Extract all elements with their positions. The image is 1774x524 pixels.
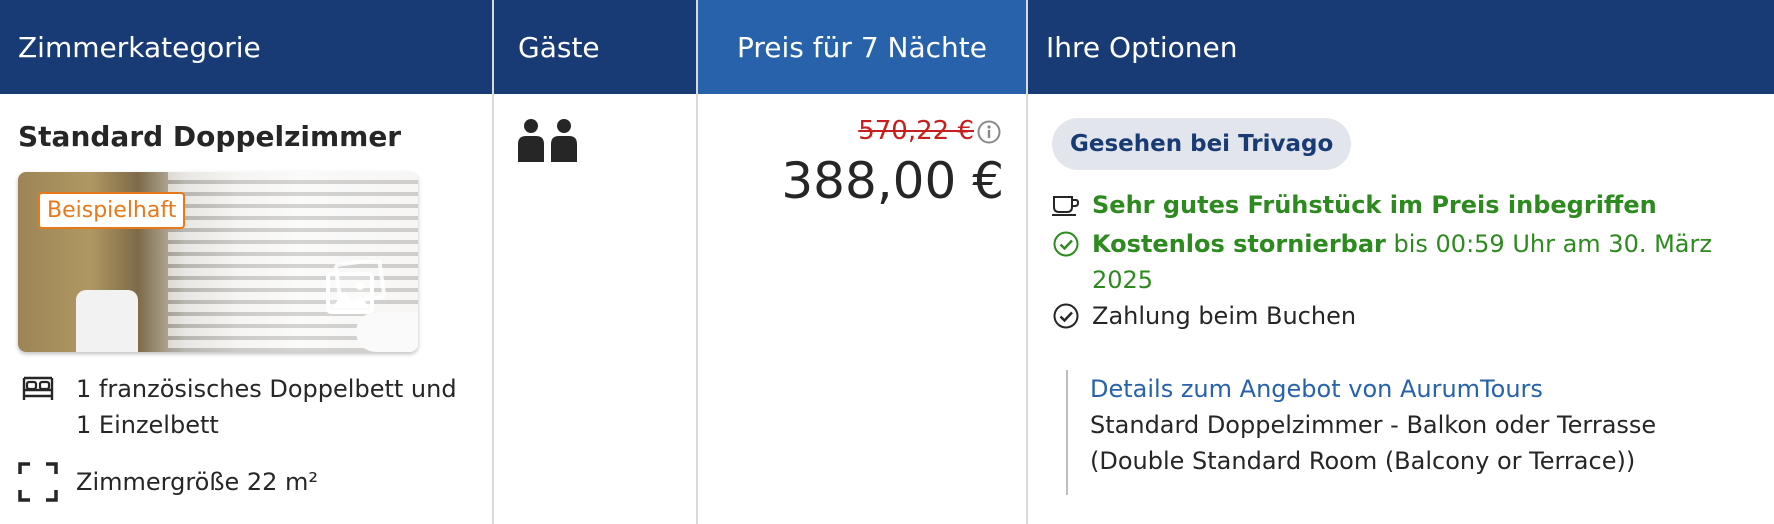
breakfast-text: Sehr gutes Frühstück im Preis inbegriffe… <box>1092 191 1657 219</box>
original-price: 570,22 € <box>858 116 974 146</box>
photo-sink-detail <box>356 312 418 352</box>
bed-line-2: 1 Einzelbett <box>76 411 219 439</box>
guests-info <box>517 118 579 166</box>
current-price: 388,00 € <box>781 152 1004 210</box>
room-offer-table: Zimmerkategorie Gäste Preis für 7 Nächte… <box>0 0 1774 524</box>
cancellation-year: 2025 <box>1092 266 1154 294</box>
header-guests-label: Gäste <box>518 30 600 64</box>
header-price: Preis für 7 Nächte <box>698 0 1026 94</box>
offer-details-link[interactable]: Details zum Angebot von AurumTours <box>1090 371 1543 407</box>
room-size-info: Zimmergröße 22 m² <box>18 462 319 502</box>
room-title[interactable]: Standard Doppelzimmer <box>18 120 401 153</box>
photo-toilet-detail <box>76 290 138 352</box>
breakfast-included: Sehr gutes Frühstück im Preis inbegriffe… <box>1052 187 1657 223</box>
bed-icon <box>18 371 58 407</box>
two-persons-icon <box>518 119 577 162</box>
header-price-label: Preis für 7 Nächte <box>737 30 987 64</box>
bed-info: 1 französisches Doppelbett und 1 Einzelb… <box>18 371 457 443</box>
bed-line-1: 1 französisches Doppelbett und <box>76 375 457 403</box>
cancellation-deadline: bis 00:59 Uhr am 30. März <box>1385 230 1712 258</box>
header-guests: Gäste <box>500 0 696 94</box>
header-options-label: Ihre Optionen <box>1046 30 1238 64</box>
free-cancellation: Kostenlos stornierbar bis 00:59 Uhr am 3… <box>1052 226 1712 298</box>
room-size-icon <box>18 462 58 502</box>
room-photo[interactable]: Beispielhaft <box>18 172 418 352</box>
room-size-text: Zimmergröße 22 m² <box>76 468 319 496</box>
column-divider <box>492 0 494 524</box>
column-divider <box>1026 0 1028 524</box>
trivago-badge: Gesehen bei Trivago <box>1052 118 1352 170</box>
header-room-category-label: Zimmerkategorie <box>18 30 261 64</box>
coffee-cup-icon <box>1052 187 1080 223</box>
header-options: Ihre Optionen <box>1028 0 1774 94</box>
payment-info: Zahlung beim Buchen <box>1052 298 1356 334</box>
check-circle-icon <box>1052 298 1080 334</box>
column-divider <box>696 0 698 524</box>
offer-divider <box>1066 370 1068 495</box>
gallery-icon[interactable] <box>324 260 386 316</box>
cancellation-bold: Kostenlos stornierbar <box>1092 230 1386 258</box>
photo-badge: Beispielhaft <box>38 192 186 229</box>
info-icon[interactable] <box>977 120 1001 144</box>
header-room-category: Zimmerkategorie <box>0 0 492 94</box>
check-circle-icon <box>1052 226 1080 262</box>
offer-description: Standard Doppelzimmer - Balkon oder Terr… <box>1090 411 1657 475</box>
payment-text: Zahlung beim Buchen <box>1092 302 1357 330</box>
